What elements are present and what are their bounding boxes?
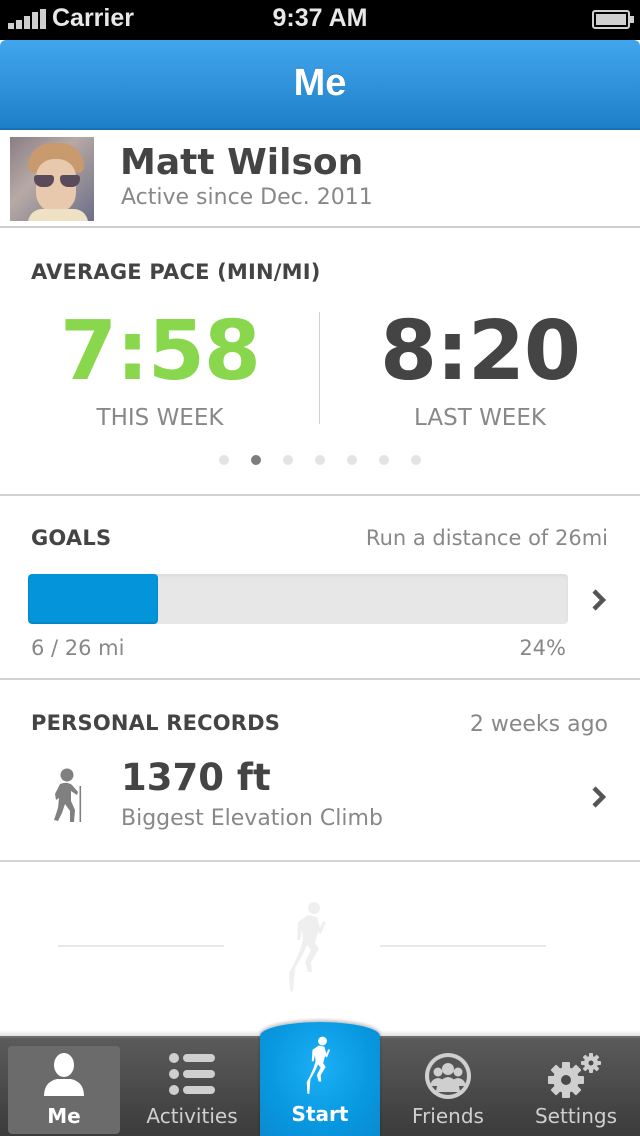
page-dot[interactable] xyxy=(315,455,325,465)
hiker-icon xyxy=(54,768,82,822)
pace-last-week-value: 8:20 xyxy=(380,304,581,399)
tab-label: Friends xyxy=(412,1104,484,1128)
page-title: Me xyxy=(293,62,347,104)
runner-icon xyxy=(260,1036,380,1095)
person-icon xyxy=(8,1052,120,1100)
pace-this-week-label: THIS WEEK xyxy=(96,405,224,431)
page-dot[interactable] xyxy=(283,455,293,465)
profile-header[interactable]: Matt Wilson Active since Dec. 2011 xyxy=(0,132,640,228)
pace-last-week-label: LAST WEEK xyxy=(414,405,546,431)
page-dot[interactable] xyxy=(347,455,357,465)
runner-watermark-icon xyxy=(289,902,326,992)
goal-progress-bar xyxy=(28,574,568,624)
tab-label: Start xyxy=(291,1102,349,1126)
record-value: 1370 ft xyxy=(121,756,271,799)
record-label: Biggest Elevation Climb xyxy=(121,806,383,831)
friends-icon xyxy=(392,1052,504,1100)
record-time-ago: 2 weeks ago xyxy=(469,712,608,737)
chevron-right-icon[interactable] xyxy=(592,589,606,611)
chevron-right-icon[interactable] xyxy=(592,786,606,808)
goals-title: GOALS xyxy=(31,526,112,550)
pace-this-week-value: 7:58 xyxy=(60,304,261,399)
goal-percent-text: 24% xyxy=(519,636,566,660)
personal-records-card[interactable]: PERSONAL RECORDS 2 weeks ago 1370 ft Big… xyxy=(0,680,640,862)
pace-title: AVERAGE PACE (MIN/MI) xyxy=(31,260,321,284)
status-bar: Carrier 9:37 AM xyxy=(0,0,640,40)
decorative-divider-right xyxy=(380,945,546,947)
tab-activities[interactable]: Activities xyxy=(136,1046,248,1134)
profile-active-since: Active since Dec. 2011 xyxy=(121,185,373,210)
page-dot[interactable] xyxy=(251,455,261,465)
tab-label: Activities xyxy=(146,1104,238,1128)
tab-settings[interactable]: Settings xyxy=(520,1046,632,1134)
goal-description: Run a distance of 26mi xyxy=(365,526,608,550)
tab-me[interactable]: Me xyxy=(8,1046,120,1134)
tab-label: Settings xyxy=(534,1104,618,1128)
page-dot[interactable] xyxy=(219,455,229,465)
decorative-divider-left xyxy=(58,945,224,947)
battery-icon xyxy=(592,10,634,29)
nav-bar: Me xyxy=(0,40,640,130)
tab-label: Me xyxy=(47,1104,81,1128)
list-icon xyxy=(136,1052,248,1100)
records-title: PERSONAL RECORDS xyxy=(31,711,281,735)
tab-friends[interactable]: Friends xyxy=(392,1046,504,1134)
tab-start[interactable]: Start xyxy=(260,1022,380,1136)
page-dot[interactable] xyxy=(411,455,421,465)
page-indicator[interactable] xyxy=(0,455,640,465)
goals-card[interactable]: GOALS Run a distance of 26mi 6 / 26 mi 2… xyxy=(0,496,640,680)
goal-progress-fill xyxy=(28,574,158,624)
status-time: 9:37 AM xyxy=(272,4,368,32)
avatar[interactable] xyxy=(10,137,94,221)
average-pace-card[interactable]: AVERAGE PACE (MIN/MI) 7:58 8:20 THIS WEE… xyxy=(0,228,640,496)
goal-progress-text: 6 / 26 mi xyxy=(31,636,125,660)
page-dot[interactable] xyxy=(379,455,389,465)
profile-name: Matt Wilson xyxy=(120,142,364,183)
gears-icon xyxy=(520,1052,632,1100)
